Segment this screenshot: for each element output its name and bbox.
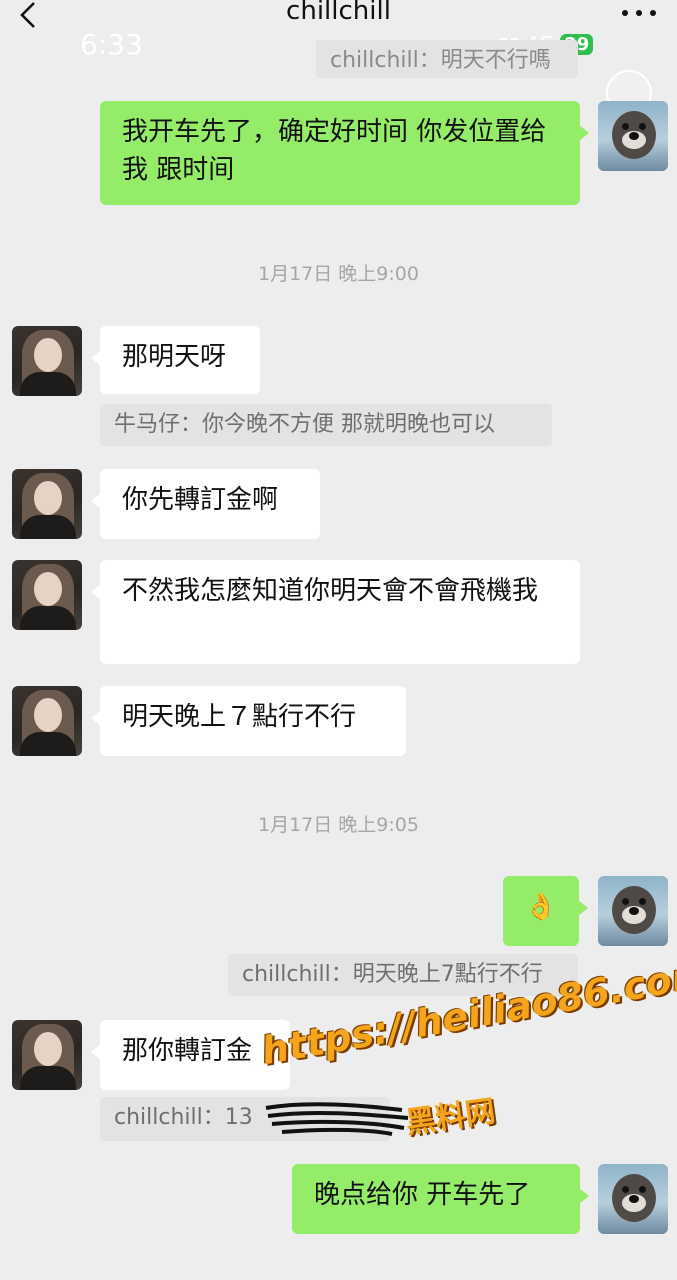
more-options-icon[interactable] [622, 10, 656, 16]
my-avatar[interactable] [598, 876, 668, 946]
timestamp: 1月17日 晚上9:05 [258, 814, 419, 836]
outgoing-message[interactable]: 晚点给你 开车先了 [292, 1164, 589, 1234]
watermark-name: 黑料网 [403, 1093, 498, 1142]
my-avatar[interactable] [598, 101, 668, 171]
status-time: 6:33 [80, 28, 143, 61]
incoming-message[interactable]: 不然我怎麼知道你明天會不會飛機我 [91, 560, 580, 664]
contact-avatar[interactable] [12, 326, 82, 396]
chat-title: chillchill [286, 0, 391, 26]
contact-avatar[interactable] [12, 469, 82, 539]
incoming-message[interactable]: 你先轉訂金啊 [91, 469, 320, 539]
outgoing-message[interactable]: 我开车先了，确定好时间 你发位置给我 跟时间 [100, 101, 589, 205]
incoming-message[interactable]: 那明天呀 [91, 326, 260, 394]
outgoing-message[interactable]: 👌 [503, 876, 588, 946]
redaction-scribble [265, 1102, 409, 1136]
timestamp: 1月17日 晚上9:00 [258, 263, 419, 285]
contact-avatar[interactable] [12, 686, 82, 756]
incoming-message[interactable]: 明天晚上７點行不行 [91, 686, 406, 756]
my-avatar[interactable] [598, 1164, 668, 1234]
quoted-reply: chillchill：明天不行嗎 [316, 40, 578, 78]
contact-avatar[interactable] [12, 1020, 82, 1090]
quoted-reply: 牛马仔：你今晚不方便 那就明晚也可以 [100, 404, 552, 446]
contact-avatar[interactable] [12, 560, 82, 630]
